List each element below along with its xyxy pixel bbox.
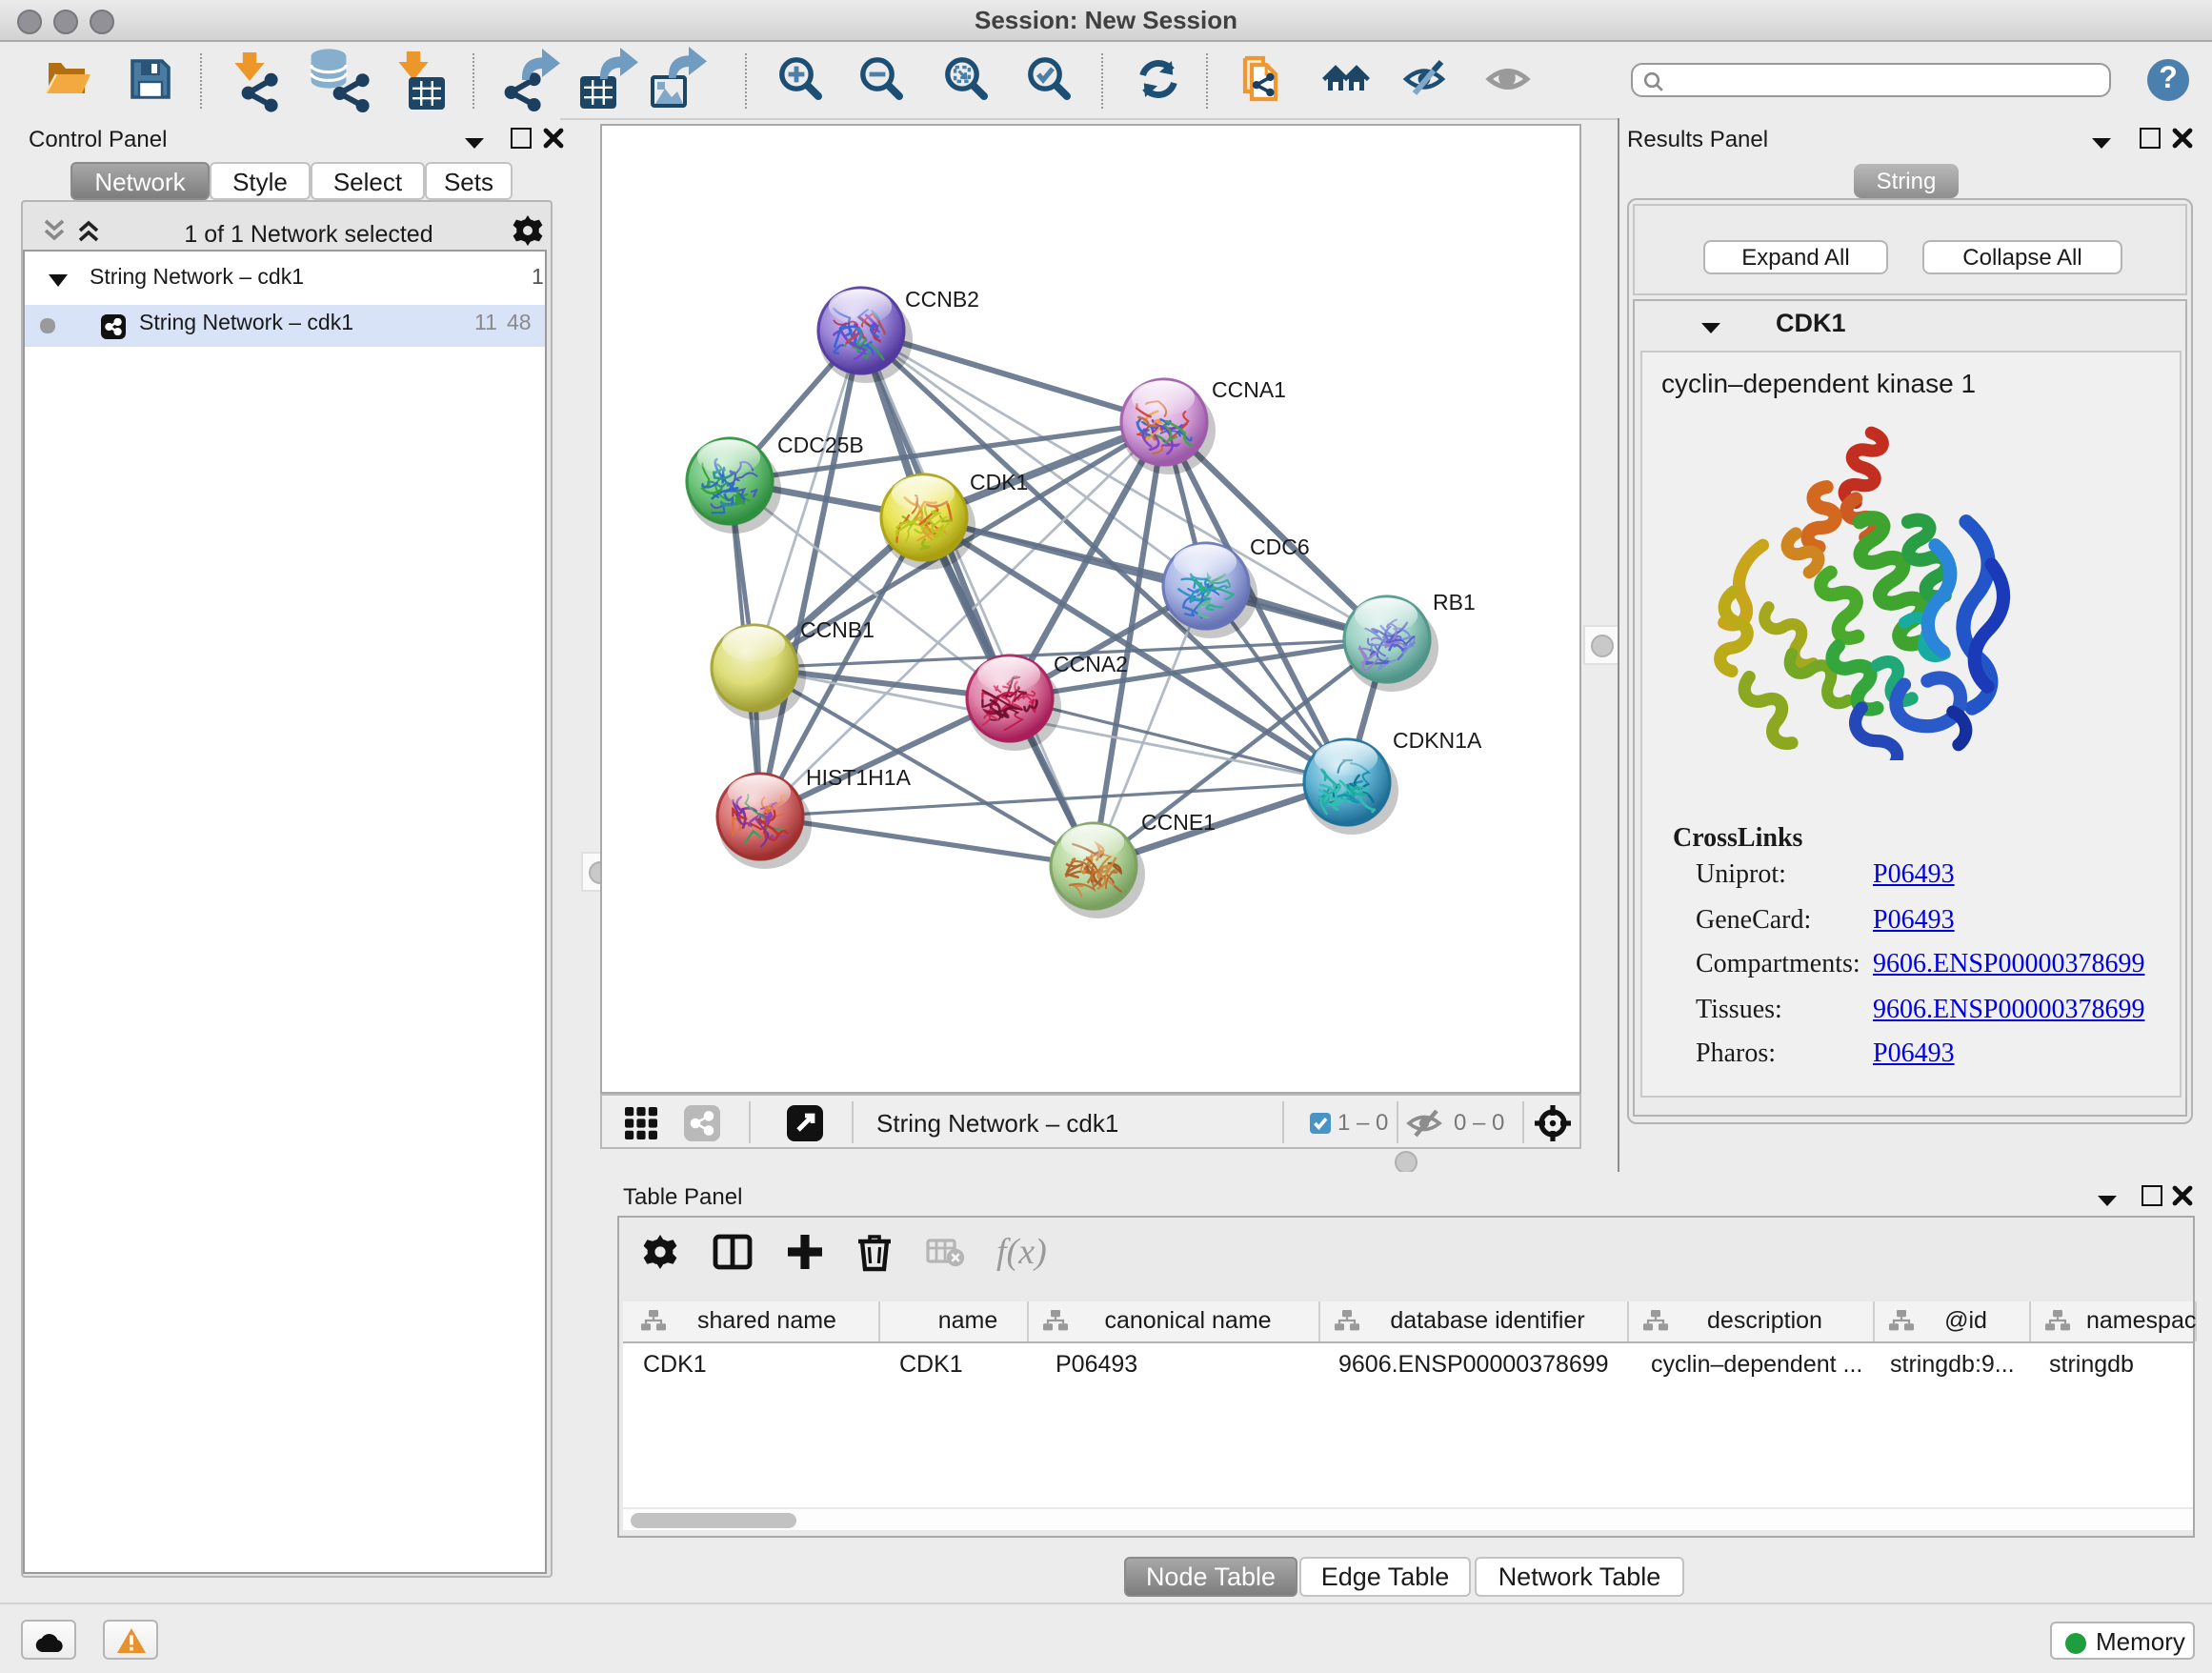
svg-text:CCNE1: CCNE1 <box>1141 810 1216 835</box>
svg-text:CCNA1: CCNA1 <box>1212 377 1286 402</box>
svg-text:f(x): f(x) <box>996 1232 1047 1272</box>
svg-text:HIST1H1A: HIST1H1A <box>806 765 912 790</box>
svg-text:CDKN1A: CDKN1A <box>1393 728 1482 753</box>
svg-text:CDC25B: CDC25B <box>777 433 864 457</box>
svg-text:CDC6: CDC6 <box>1250 534 1310 559</box>
svg-text:CCNB2: CCNB2 <box>905 287 979 312</box>
svg-text:RB1: RB1 <box>1433 590 1476 615</box>
svg-text:CDK1: CDK1 <box>970 470 1028 494</box>
svg-text:CCNA2: CCNA2 <box>1054 652 1128 676</box>
svg-text:CCNB1: CCNB1 <box>800 617 875 642</box>
